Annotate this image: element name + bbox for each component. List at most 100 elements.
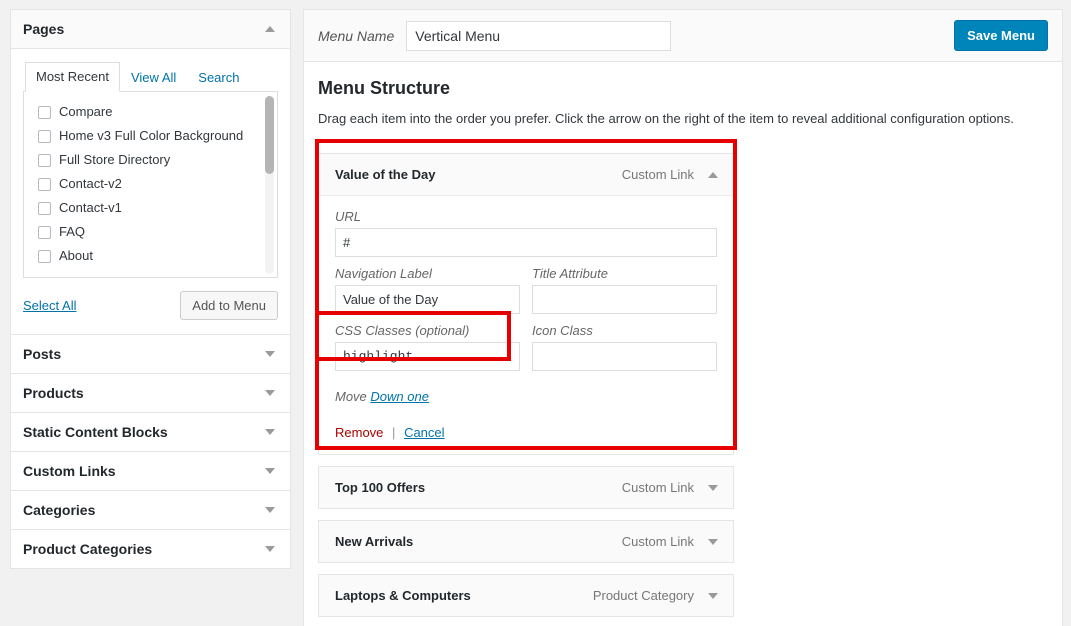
menu-item-laptops-computers[interactable]: Laptops & Computers Product Category: [318, 574, 734, 618]
add-to-menu-button[interactable]: Add to Menu: [180, 291, 278, 320]
list-item[interactable]: Compare: [24, 100, 277, 124]
categories-panel-title: Categories: [23, 502, 96, 518]
list-item[interactable]: FAQ: [24, 220, 277, 244]
checkbox[interactable]: [38, 130, 51, 143]
menu-item-top-100-offers[interactable]: Top 100 Offers Custom Link: [318, 466, 734, 510]
menu-item-title: Top 100 Offers: [335, 480, 426, 496]
posts-panel-header[interactable]: Posts: [11, 335, 290, 373]
static-content-blocks-panel: Static Content Blocks: [10, 412, 291, 451]
custom-links-panel: Custom Links: [10, 451, 291, 490]
list-item-label: Full Store Directory: [59, 152, 171, 167]
chevron-down-icon[interactable]: [708, 538, 718, 545]
css-classes-group: CSS Classes (optional): [335, 323, 520, 372]
menu-structure-title: Menu Structure: [318, 78, 451, 98]
move-row: Move Down one: [335, 389, 717, 404]
css-classes-input[interactable]: [335, 342, 520, 372]
menu-name-bar: Menu Name Save Menu: [304, 10, 1062, 62]
title-attribute-input[interactable]: [532, 285, 717, 315]
pages-panel-body: Most Recent View All Search Compare Home…: [11, 49, 290, 334]
select-all-link[interactable]: Select All: [23, 298, 76, 313]
menu-item-type: Custom Link: [621, 480, 694, 496]
pages-panel: Pages Most Recent View All Search Compar…: [10, 9, 291, 334]
list-item[interactable]: Home v3 Full Color Background: [24, 124, 277, 148]
pages-list-actions: Select All Add to Menu: [23, 291, 278, 320]
list-item[interactable]: Contact-v2: [24, 172, 277, 196]
menu-structure-section: Menu Structure Drag each item into the o…: [304, 62, 1062, 139]
scrollbar-thumb[interactable]: [265, 96, 274, 174]
checkbox[interactable]: [38, 178, 51, 191]
list-scrollbar[interactable]: [265, 96, 274, 274]
navigation-label-label: Navigation Label: [335, 266, 432, 282]
menu-item-value-of-the-day[interactable]: Value of the Day Custom Link URL # Navig…: [318, 153, 734, 456]
icon-class-label: Icon Class: [532, 323, 593, 339]
menu-items-list: Value of the Day Custom Link URL # Navig…: [304, 139, 1062, 618]
chevron-down-icon[interactable]: [265, 351, 275, 357]
chevron-down-icon[interactable]: [265, 546, 275, 552]
checkbox[interactable]: [38, 226, 51, 239]
list-item-label: Home v3 Full Color Background: [59, 128, 244, 143]
checkbox[interactable]: [38, 106, 51, 119]
product-categories-panel-header[interactable]: Product Categories: [11, 530, 290, 568]
icon-class-input[interactable]: [532, 342, 717, 372]
menu-item-meta: Custom Link: [622, 167, 721, 182]
add-menu-items-sidebar: Pages Most Recent View All Search Compar…: [0, 0, 291, 626]
menu-editor-main: Menu Name Save Menu Menu Structure Drag …: [291, 0, 1071, 626]
menu-item-title: Value of the Day: [335, 167, 436, 183]
categories-panel-header[interactable]: Categories: [11, 491, 290, 529]
list-item-label: FAQ: [59, 224, 86, 239]
custom-links-panel-header[interactable]: Custom Links: [11, 452, 290, 490]
chevron-down-icon[interactable]: [265, 468, 275, 474]
chevron-down-icon[interactable]: [708, 484, 718, 491]
cancel-link[interactable]: Cancel: [404, 425, 444, 440]
menu-item-settings: URL Navigation Label Title Attribute: [319, 196, 733, 454]
menu-item-header[interactable]: Top 100 Offers Custom Link: [319, 467, 733, 509]
remove-link[interactable]: Remove: [335, 425, 383, 440]
pages-checkbox-list[interactable]: Compare Home v3 Full Color Background Fu…: [23, 92, 278, 278]
list-item-label: Compare: [59, 104, 113, 119]
css-icon-row: CSS Classes (optional) Icon Class: [335, 323, 717, 380]
chevron-down-icon[interactable]: [265, 390, 275, 396]
menu-name-group: Menu Name: [318, 20, 672, 51]
label-title-row: Navigation Label Title Attribute: [335, 266, 717, 323]
list-item[interactable]: Contact-v1: [24, 196, 277, 220]
static-content-blocks-panel-header[interactable]: Static Content Blocks: [11, 413, 290, 451]
menu-item-type: Custom Link: [621, 534, 694, 550]
checkbox[interactable]: [38, 250, 51, 263]
chevron-down-icon[interactable]: [265, 507, 275, 513]
menu-item-header[interactable]: New Arrivals Custom Link: [319, 521, 733, 563]
tab-search[interactable]: Search: [187, 63, 250, 92]
menu-item-header[interactable]: Laptops & Computers Product Category: [319, 575, 733, 617]
navigation-label-group: Navigation Label: [335, 266, 520, 315]
separator: |: [392, 425, 396, 441]
move-down-one-link[interactable]: Down one: [370, 389, 429, 404]
menu-item-new-arrivals[interactable]: New Arrivals Custom Link: [318, 520, 734, 564]
save-menu-button[interactable]: Save Menu: [954, 20, 1048, 51]
pages-panel-header[interactable]: Pages: [11, 10, 290, 49]
chevron-down-icon[interactable]: [708, 592, 718, 599]
products-panel-header[interactable]: Products: [11, 374, 290, 412]
list-item-label: Contact-v1: [59, 200, 122, 215]
remove-cancel-row: Remove | Cancel: [335, 425, 717, 440]
products-panel-title: Products: [23, 385, 84, 401]
list-item-label: About: [59, 248, 93, 263]
menu-item-header[interactable]: Value of the Day Custom Link: [319, 154, 733, 197]
tab-view-all[interactable]: View All: [120, 63, 187, 92]
chevron-up-icon[interactable]: [265, 26, 275, 32]
list-item[interactable]: Full Store Directory: [24, 148, 277, 172]
checkbox[interactable]: [38, 202, 51, 215]
navigation-label-input[interactable]: [335, 285, 520, 315]
posts-panel: Posts: [10, 334, 291, 373]
menu-item-meta: Custom Link: [622, 534, 721, 549]
title-attribute-group: Title Attribute: [532, 266, 717, 315]
tab-most-recent[interactable]: Most Recent: [25, 62, 120, 92]
list-item[interactable]: About: [24, 244, 277, 268]
url-input[interactable]: [335, 228, 717, 258]
menu-name-input[interactable]: [406, 20, 672, 51]
checkbox[interactable]: [38, 154, 51, 167]
url-label: URL: [335, 209, 362, 225]
custom-links-panel-title: Custom Links: [23, 463, 116, 479]
chevron-up-icon[interactable]: [708, 171, 718, 178]
wordpress-menu-editor: Pages Most Recent View All Search Compar…: [0, 0, 1071, 626]
chevron-down-icon[interactable]: [265, 429, 275, 435]
menu-item-meta: Custom Link: [622, 480, 721, 495]
